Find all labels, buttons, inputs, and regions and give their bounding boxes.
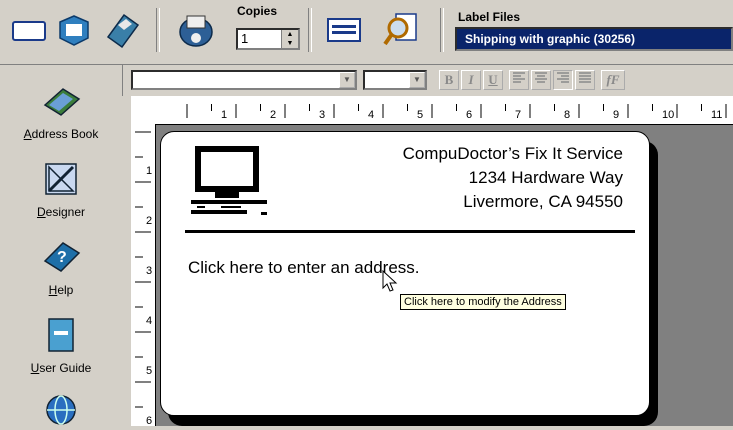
street-address[interactable]: 1234 Hardware Way [469,168,623,188]
label-canvas[interactable]: CompuDoctor’s Fix It Service 1234 Hardwa… [160,131,650,416]
align-right-button[interactable] [553,70,573,90]
sidebar-label-help[interactable]: Help [0,283,122,297]
font-effects-button[interactable]: fF [601,70,625,90]
ruler-number: 3 [319,109,325,121]
font-name-select[interactable]: ▼ [131,70,357,90]
ruler-number: 1 [221,109,227,121]
ruler-number: 1 [146,165,152,177]
city-state-zip[interactable]: Livermore, CA 94550 [463,192,623,212]
sidebar: Address Book Designer ? Help User Guide [0,65,123,426]
ruler-corner [122,96,131,426]
font-size-select[interactable]: ▼ [363,70,427,90]
open-icon [59,15,89,46]
sidebar-item-help[interactable]: ? [0,239,122,278]
ruler-number: 11 [711,109,722,121]
chevron-down-icon[interactable]: ▼ [409,72,425,88]
copies-value: 1 [241,31,249,46]
ruler-number: 6 [466,109,472,121]
format-toolbar: ▼ ▼ B I U fF [123,65,733,95]
align-center-icon [535,72,547,83]
italic-button[interactable]: I [461,70,481,90]
printer-icon [179,15,213,47]
align-left-button[interactable] [509,70,529,90]
align-center-button[interactable] [531,70,551,90]
label-files-select[interactable]: Shipping with graphic (30256) [455,27,733,51]
open-button[interactable] [52,6,96,54]
ruler-number: 3 [146,265,152,277]
sidebar-label-designer[interactable]: Designer [0,205,122,219]
horizontal-ruler: 1 2 3 4 5 6 7 8 9 10 11 [131,96,733,125]
ruler-number: 8 [564,109,570,121]
company-name[interactable]: CompuDoctor’s Fix It Service [403,144,623,164]
user-guide-icon [48,318,74,352]
ruler-number: 5 [417,109,423,121]
label-view-button[interactable] [322,6,366,54]
label-files-label: Label Files [458,10,521,24]
main-toolbar: Copies 1 ▲ ▼ Label Files Shipping with gr… [0,0,733,65]
copies-spinner[interactable]: ▲ ▼ [281,30,298,48]
sidebar-item-address-book[interactable] [0,85,122,120]
ruler-number: 6 [146,415,152,426]
copies-label: Copies [237,4,278,18]
globe-icon [46,395,76,425]
ruler-number: 4 [368,109,374,121]
ruler-number: 4 [146,315,152,327]
sidebar-item-web[interactable] [0,393,122,430]
bold-button[interactable]: B [439,70,459,90]
new-label-icon [12,21,46,41]
align-left-icon [513,72,525,83]
ruler-number: 2 [270,109,276,121]
underline-button[interactable]: U [483,70,503,90]
magnifier-icon [383,13,417,46]
sidebar-label-user-guide[interactable]: User Guide [0,361,122,375]
computer-icon[interactable] [189,144,273,224]
mouse-cursor-icon [382,270,398,292]
svg-text:?: ? [57,249,67,266]
address-book-icon [43,88,81,116]
ruler-number: 10 [662,109,674,121]
ruler-number: 9 [613,109,619,121]
save-icon [106,13,140,49]
sidebar-item-designer[interactable] [0,161,122,200]
justify-button[interactable] [575,70,595,90]
vertical-ruler-ticks: 1 2 3 4 5 6 [135,131,152,426]
ruler-number: 7 [515,109,521,121]
align-right-icon [557,72,569,83]
ruler-number: 2 [146,215,152,227]
copies-stepper[interactable]: 1 ▲ ▼ [236,28,300,50]
vertical-ruler: 1 2 3 4 5 6 [131,124,156,426]
sidebar-label-address-book[interactable]: Address Book [0,127,122,141]
print-button[interactable] [174,6,218,54]
justify-icon [579,72,591,83]
chevron-down-icon[interactable]: ▼ [339,72,355,88]
sidebar-item-user-guide[interactable] [0,317,122,356]
new-label-button[interactable] [8,6,52,54]
preview-button[interactable] [380,6,424,54]
label-divider [185,230,635,233]
horizontal-ruler-ticks: 1 2 3 4 5 6 7 8 9 10 11 [186,104,727,121]
save-button[interactable] [100,6,144,54]
label-view-icon [327,18,361,42]
ruler-number: 5 [146,365,152,377]
designer-icon [45,163,77,195]
label-files-value: Shipping with graphic (30256) [465,32,636,46]
help-icon: ? [43,242,81,272]
tooltip: Click here to modify the Address [400,294,566,310]
